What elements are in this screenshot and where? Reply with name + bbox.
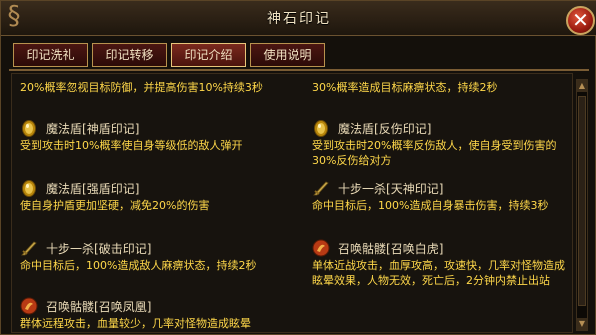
mark-description: 群体远程攻击，血量较少，几率对怪物造成眩晕 bbox=[20, 317, 251, 330]
tab-usage-guide[interactable]: 使用说明 bbox=[250, 43, 325, 67]
mark-description: 20%概率忽视目标防御，并提高伤害10%持续3秒 bbox=[20, 81, 263, 94]
divine-stone-mark-window: § 神石印记 ✕ 印记洗礼 印记转移 印记介绍 使用说明 20%概率忽视目标防御… bbox=[0, 0, 596, 335]
blade-icon bbox=[313, 181, 329, 196]
blade-icon bbox=[21, 241, 37, 256]
list-item: 十步一杀[天神印记] 命中目标后，100%造成自身暴击伤害，持续3秒 bbox=[312, 178, 567, 213]
mark-description: 使自身护盾更加坚硬，减免20%的伤害 bbox=[20, 199, 210, 212]
tab-mark-transfer[interactable]: 印记转移 bbox=[92, 43, 167, 67]
mark-name: 召唤骷髅[召唤凤凰] bbox=[46, 300, 152, 314]
close-button[interactable]: ✕ bbox=[566, 6, 595, 35]
skull-summon-icon bbox=[20, 297, 38, 315]
egg-shield-icon bbox=[22, 120, 36, 137]
list-item: 魔法盾[神盾印记] 受到攻击时10%概率使自身等级低的敌人弹开 bbox=[20, 118, 300, 153]
tab-mark-intro[interactable]: 印记介绍 bbox=[171, 43, 246, 67]
mark-name: 十步一杀[天神印记] bbox=[338, 182, 444, 196]
list-item: 20%概率忽视目标防御，并提高伤害10%持续3秒 bbox=[20, 80, 300, 95]
scroll-down-arrow-icon[interactable]: ▼ bbox=[577, 318, 587, 330]
mark-name: 魔法盾[强盾印记] bbox=[46, 182, 140, 196]
window-title: 神石印记 bbox=[267, 11, 331, 27]
list-item: 魔法盾[强盾印记] 使自身护盾更加坚硬，减免20%的伤害 bbox=[20, 178, 300, 213]
mark-name: 十步一杀[破击印记] bbox=[46, 242, 152, 256]
mark-name: 魔法盾[神盾印记] bbox=[46, 122, 140, 136]
title-bar[interactable]: § 神石印记 bbox=[1, 1, 596, 36]
list-item: 魔法盾[反伤印记] 受到攻击时20%概率反伤敌人，使自身受到伤害的30%反伤给对… bbox=[312, 118, 567, 168]
scroll-up-arrow-icon[interactable]: ▲ bbox=[577, 80, 587, 92]
tab-mark-baptism[interactable]: 印记洗礼 bbox=[13, 43, 88, 67]
list-item: 30%概率造成目标麻痹状态，持续2秒 bbox=[312, 80, 567, 95]
vertical-scrollbar[interactable]: ▲ ▼ bbox=[576, 79, 588, 331]
mark-description: 命中目标后，100%造成敌人麻痹状态，持续2秒 bbox=[20, 259, 257, 272]
scroll-thumb[interactable] bbox=[578, 96, 586, 306]
skull-summon-icon bbox=[312, 239, 330, 257]
mark-description: 30%概率造成目标麻痹状态，持续2秒 bbox=[312, 81, 498, 94]
mark-name: 魔法盾[反伤印记] bbox=[338, 122, 432, 136]
list-item: 召唤骷髅[召唤凤凰] 群体远程攻击，血量较少，几率对怪物造成眩晕 bbox=[20, 296, 300, 331]
list-item: 十步一杀[破击印记] 命中目标后，100%造成敌人麻痹状态，持续2秒 bbox=[20, 238, 300, 273]
mark-list-panel[interactable]: 20%概率忽视目标防御，并提高伤害10%持续3秒 30%概率造成目标麻痹状态，持… bbox=[11, 73, 573, 333]
list-item: 召唤骷髅[召唤白虎] 单体近战攻击，血厚攻高，攻速快，几率对怪物造成眩晕效果，人… bbox=[312, 238, 567, 288]
mark-description: 命中目标后，100%造成自身暴击伤害，持续3秒 bbox=[312, 199, 549, 212]
mark-description: 单体近战攻击，血厚攻高，攻速快，几率对怪物造成眩晕效果，人物无效，死亡后，2分钟… bbox=[312, 259, 565, 287]
mark-description: 受到攻击时20%概率反伤敌人，使自身受到伤害的30%反伤给对方 bbox=[312, 139, 557, 167]
mark-name: 召唤骷髅[召唤白虎] bbox=[338, 242, 444, 256]
tab-divider bbox=[9, 69, 589, 71]
egg-shield-icon bbox=[22, 180, 36, 197]
egg-shield-icon bbox=[314, 120, 328, 137]
tab-bar: 印记洗礼 印记转移 印记介绍 使用说明 bbox=[13, 43, 573, 67]
mark-description: 受到攻击时10%概率使自身等级低的敌人弹开 bbox=[20, 139, 243, 152]
